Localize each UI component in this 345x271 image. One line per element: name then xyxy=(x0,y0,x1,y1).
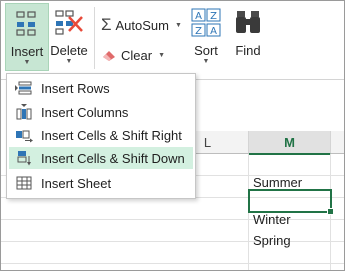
clear-button[interactable]: Clear ▼ xyxy=(101,45,165,65)
sort-icon-letter: A xyxy=(195,11,202,22)
menu-item-insert-cells-shift-down[interactable]: Insert Cells & Shift Down xyxy=(9,147,193,169)
chevron-down-icon: ▼ xyxy=(158,51,166,59)
chevron-down-icon: ▼ xyxy=(175,21,182,29)
insert-cells-shift-right-icon xyxy=(16,130,33,143)
active-cell-border xyxy=(248,189,332,213)
insert-cells-icon xyxy=(16,11,36,36)
delete-label: Delete xyxy=(50,43,88,58)
chevron-down-icon: ▼ xyxy=(23,59,31,66)
autosum-button[interactable]: Σ AutoSum ▼ xyxy=(101,15,182,35)
insert-button[interactable]: Insert ▼ xyxy=(5,3,49,71)
menu-item-label: Insert Columns xyxy=(41,104,129,120)
cell-m-spring[interactable]: Spring xyxy=(251,231,331,251)
column-header-n[interactable] xyxy=(331,131,344,154)
sort-button[interactable]: A Z Z A Sort ▼ xyxy=(186,3,226,65)
autosum-label: AutoSum xyxy=(115,17,169,33)
insert-label: Insert xyxy=(10,44,44,59)
find-button[interactable]: Find xyxy=(228,3,268,65)
menu-item-insert-sheet[interactable]: Insert Sheet xyxy=(9,172,193,194)
find-label: Find xyxy=(235,43,261,58)
menu-item-insert-columns[interactable]: Insert Columns xyxy=(9,101,193,123)
insert-columns-icon xyxy=(16,104,32,120)
menu-item-label: Insert Rows xyxy=(41,80,110,96)
delete-button[interactable]: Delete ▼ xyxy=(49,3,89,65)
excel-window: Insert ▼ Delete ▼ Σ AutoSum ▼ Clear ▼ A … xyxy=(0,0,345,271)
menu-item-label: Insert Cells & Shift Down xyxy=(41,150,185,166)
ribbon: Insert ▼ Delete ▼ Σ AutoSum ▼ Clear ▼ A … xyxy=(1,1,344,80)
ribbon-separator xyxy=(94,7,95,69)
sort-icon: A Z Z A xyxy=(191,8,221,37)
sort-icon-letter: Z xyxy=(210,11,217,22)
sort-icon-letter: A xyxy=(210,26,217,37)
column-header-m[interactable]: M xyxy=(249,131,331,155)
chevron-down-icon: ▼ xyxy=(202,58,210,65)
insert-sheet-icon xyxy=(16,176,32,190)
insert-cells-shift-down-icon xyxy=(17,151,31,166)
gridline xyxy=(1,263,344,264)
cell-m-winter[interactable]: Winter xyxy=(251,210,331,230)
sigma-icon: Σ xyxy=(101,15,112,34)
eraser-icon xyxy=(103,51,115,61)
chevron-down-icon: ▼ xyxy=(65,58,73,65)
fill-handle[interactable] xyxy=(327,208,334,215)
sort-label: Sort xyxy=(194,43,218,58)
insert-dropdown-menu: Insert Rows Insert Columns Insert Cells … xyxy=(6,73,196,199)
insert-rows-icon xyxy=(15,81,32,95)
menu-item-label: Insert Cells & Shift Right xyxy=(41,127,182,143)
menu-item-insert-cells-shift-right[interactable]: Insert Cells & Shift Right xyxy=(9,124,193,146)
binoculars-icon xyxy=(236,11,260,33)
sort-icon-letter: Z xyxy=(195,26,202,37)
menu-item-insert-rows[interactable]: Insert Rows xyxy=(9,77,193,99)
clear-label: Clear xyxy=(121,47,153,63)
delete-cells-icon xyxy=(55,10,83,35)
menu-item-label: Insert Sheet xyxy=(41,175,112,191)
